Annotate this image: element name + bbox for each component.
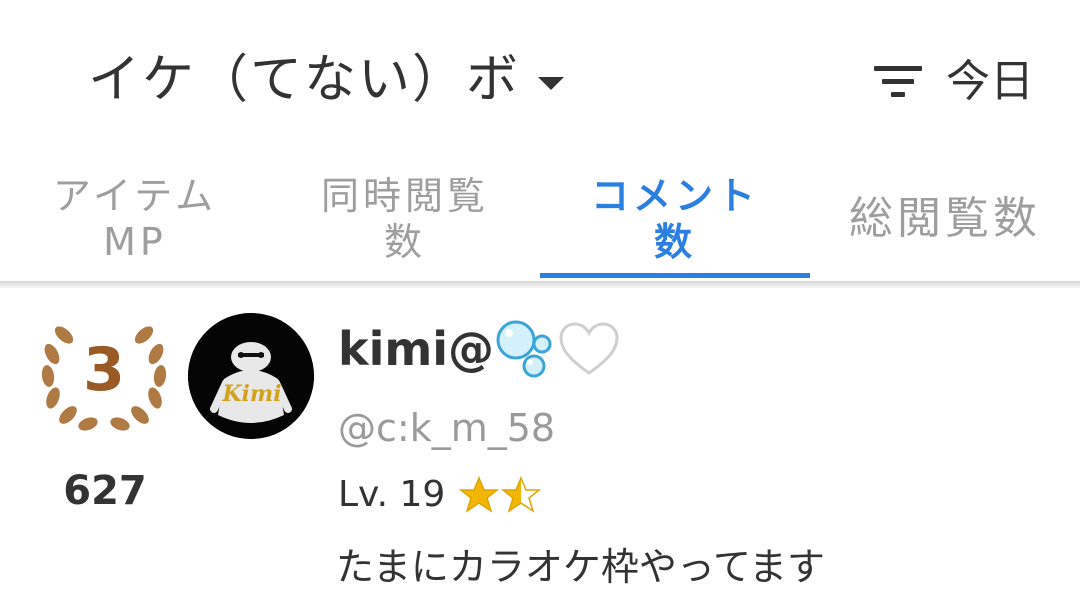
bubbles-emoji-icon xyxy=(496,320,552,378)
ranking-tabs: アイテム MP 同時閲覧 数 コメント 数 総閲覧数 xyxy=(0,160,1080,278)
filter-list-icon xyxy=(874,66,922,97)
user-name: kimi@ xyxy=(338,322,495,376)
rank-number: 3 xyxy=(83,335,125,405)
comment-count-score: 627 xyxy=(63,468,147,514)
rank-badge: 3 xyxy=(38,312,170,434)
tab-label-line2: MP xyxy=(103,220,167,264)
user-bio: たまにカラオケ枠やってます xyxy=(336,545,826,589)
svg-text:Kimi: Kimi xyxy=(221,381,281,407)
tab-label: 総閲覧数 xyxy=(849,193,1041,244)
period-filter-label: 今日 xyxy=(946,56,1034,107)
tab-total-views[interactable]: 総閲覧数 xyxy=(810,160,1080,278)
period-filter-button[interactable]: 今日 xyxy=(872,52,1034,112)
user-level: Lv. 19 xyxy=(338,474,446,515)
tabs-divider xyxy=(0,281,1080,288)
tab-label-line1: 同時閲覧 xyxy=(320,174,489,218)
tab-label-line1: アイテム xyxy=(52,174,218,218)
active-tab-indicator xyxy=(540,273,810,278)
ranking-list-item[interactable]: 3 627 Kimi kimi@ @c:k_m_58 Lv. 19 たまにカラオ… xyxy=(0,288,1080,591)
avatar[interactable]: Kimi xyxy=(188,313,314,439)
caret-down-icon xyxy=(538,76,565,90)
baymax-avatar-image: Kimi xyxy=(188,313,314,439)
user-id: @c:k_m_58 xyxy=(338,406,556,450)
tab-label-line2: 数 xyxy=(383,220,426,264)
tab-concurrent-viewers[interactable]: 同時閲覧 数 xyxy=(270,160,540,278)
ranking-title-dropdown[interactable]: イケ（てない）ボ xyxy=(88,48,565,112)
top-header: イケ（てない）ボ 今日 xyxy=(0,0,1080,160)
user-level-row: Lv. 19 xyxy=(338,474,549,515)
tab-label-line1: コメント xyxy=(590,174,759,218)
user-name-row: kimi@ xyxy=(338,318,620,380)
tab-label-line2: 数 xyxy=(653,220,696,264)
ranking-title: イケ（てない）ボ xyxy=(88,50,521,110)
white-heart-emoji-icon xyxy=(559,322,619,375)
star-rating-icon xyxy=(459,475,542,513)
tab-item-mp[interactable]: アイテム MP xyxy=(0,160,270,278)
tab-comment-count[interactable]: コメント 数 xyxy=(540,160,810,278)
